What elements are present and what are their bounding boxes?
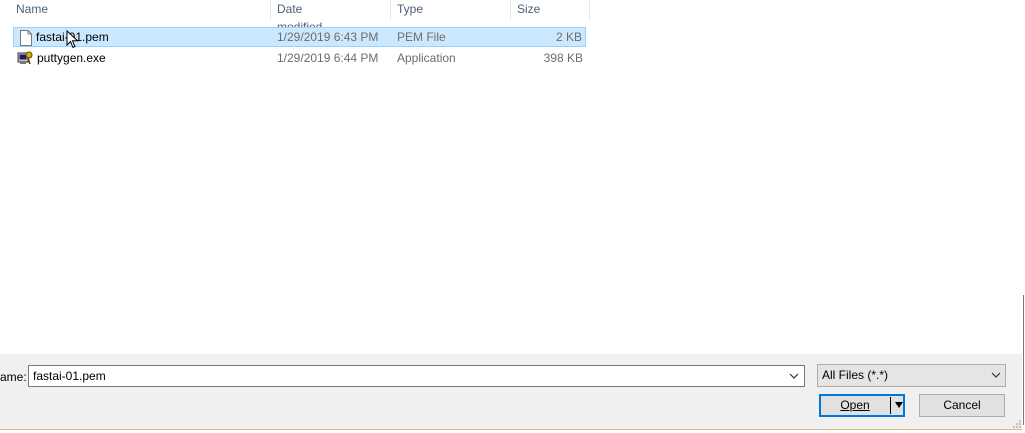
open-button[interactable]: Open bbox=[819, 394, 905, 417]
file-date: 1/29/2019 6:43 PM bbox=[277, 30, 379, 44]
column-divider[interactable] bbox=[510, 0, 511, 20]
column-header-date[interactable]: Date modified bbox=[277, 0, 322, 34]
file-size: 2 KB bbox=[555, 30, 582, 44]
chevron-down-icon[interactable] bbox=[990, 368, 1002, 382]
filename-value[interactable]: fastai-01.pem bbox=[33, 366, 106, 386]
file-row-fastai-pem[interactable]: fastai-01.pem 1/29/2019 6:43 PM PEM File… bbox=[13, 27, 586, 47]
dropdown-arrow-icon[interactable] bbox=[895, 400, 903, 410]
chevron-down-icon[interactable] bbox=[787, 368, 801, 384]
split-divider bbox=[890, 397, 891, 414]
column-header-name[interactable]: Name bbox=[16, 0, 48, 20]
column-divider[interactable] bbox=[589, 0, 590, 20]
column-header-size[interactable]: Size bbox=[517, 0, 540, 20]
column-header-type[interactable]: Type bbox=[397, 0, 423, 20]
filename-label: ame: bbox=[0, 370, 27, 384]
file-size: 398 KB bbox=[543, 51, 583, 65]
file-name: puttygen.exe bbox=[37, 51, 106, 65]
filename-input[interactable]: fastai-01.pem bbox=[28, 365, 805, 387]
file-type-filter[interactable]: All Files (*.*) bbox=[817, 364, 1006, 387]
column-divider[interactable] bbox=[390, 0, 391, 20]
document-icon bbox=[20, 30, 32, 46]
cancel-button[interactable]: Cancel bbox=[919, 394, 1005, 417]
file-row-puttygen-exe[interactable]: puttygen.exe 1/29/2019 6:44 PM Applicati… bbox=[13, 48, 586, 68]
mouse-cursor-icon bbox=[66, 30, 79, 49]
resize-grip-icon[interactable] bbox=[1012, 419, 1022, 429]
file-date: 1/29/2019 6:44 PM bbox=[277, 51, 379, 65]
file-type: Application bbox=[397, 51, 456, 65]
open-button-label: Open bbox=[840, 398, 870, 412]
column-divider[interactable] bbox=[270, 0, 271, 20]
file-type-filter-value: All Files (*.*) bbox=[822, 368, 889, 382]
puttygen-app-icon bbox=[17, 51, 33, 65]
window-border bbox=[0, 429, 1022, 430]
file-type: PEM File bbox=[397, 30, 446, 44]
